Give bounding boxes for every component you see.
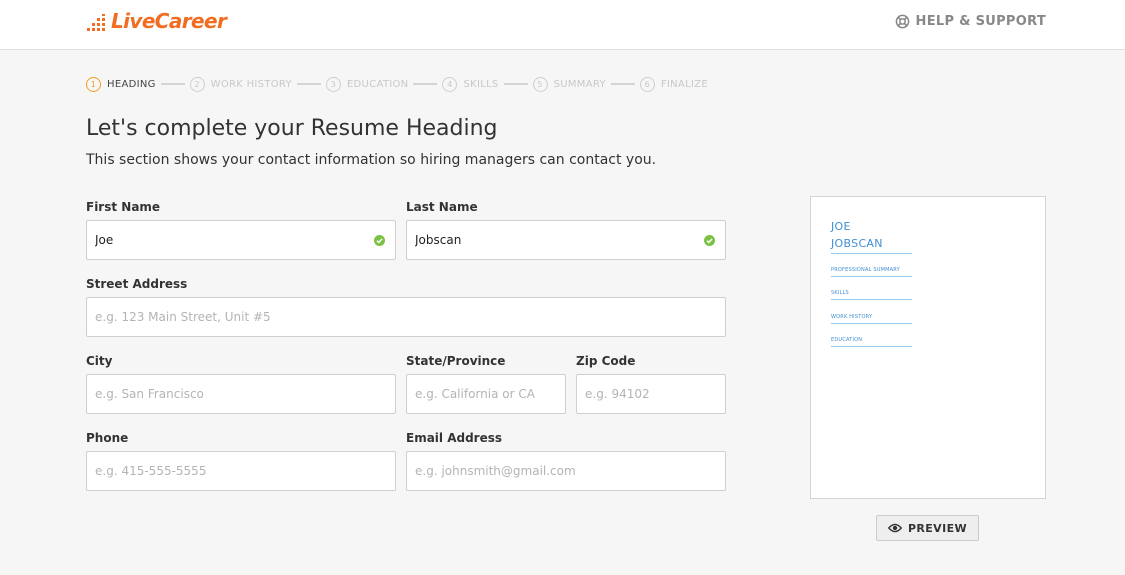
step-number: 5 xyxy=(532,76,548,92)
livecareer-logo[interactable]: LiveCareer xyxy=(86,8,227,34)
preview-name-divider xyxy=(831,253,912,254)
phone-input[interactable] xyxy=(87,452,395,490)
preview-last-name: JOBSCAN xyxy=(831,237,883,250)
preview-section-skills: SKILLS xyxy=(831,290,912,300)
preview-section-professional-summary: PROFESSIONAL SUMMARY xyxy=(831,267,912,277)
help-support-link[interactable]: HELP & SUPPORT xyxy=(895,14,1046,29)
resume-preview-card[interactable]: JOE JOBSCAN PROFESSIONAL SUMMARY SKILLS … xyxy=(810,196,1046,499)
progress-stepper: 1 HEADING 2 WORK HISTORY 3 EDUCATION 4 S… xyxy=(86,76,708,92)
street-address-field-wrap xyxy=(86,297,726,337)
step-label: FINALIZE xyxy=(660,78,708,90)
first-name-label: First Name xyxy=(86,200,161,214)
step-number: 1 xyxy=(86,76,101,92)
state-province-input[interactable] xyxy=(407,375,565,413)
last-name-label: Last Name xyxy=(406,200,478,214)
zip-code-input[interactable] xyxy=(577,375,725,413)
logo-bars-icon xyxy=(87,13,105,31)
help-support-label: HELP & SUPPORT xyxy=(915,14,1046,29)
step-number: 4 xyxy=(442,76,458,92)
email-address-label: Email Address xyxy=(406,431,503,445)
state-province-label: State/Province xyxy=(406,354,506,368)
last-name-field-wrap xyxy=(406,220,726,260)
eye-icon xyxy=(887,523,902,533)
street-address-label: Street Address xyxy=(86,277,188,291)
check-circle-icon xyxy=(704,235,715,246)
preview-button-label: PREVIEW xyxy=(907,521,968,535)
phone-label: Phone xyxy=(86,431,129,445)
preview-section-work-history: WORK HISTORY xyxy=(831,314,912,324)
first-name-field-wrap xyxy=(86,220,396,260)
step-skills[interactable]: 4 SKILLS xyxy=(442,76,499,92)
step-label: EDUCATION xyxy=(346,78,409,90)
step-number: 2 xyxy=(189,76,205,92)
page-subtitle: This section shows your contact informat… xyxy=(86,152,657,168)
step-label: SKILLS xyxy=(463,78,499,90)
step-connector xyxy=(610,83,635,85)
zip-code-field-wrap xyxy=(576,374,726,414)
preview-section-education: EDUCATION xyxy=(831,337,912,347)
step-finalize[interactable]: 6 FINALIZE xyxy=(639,76,708,92)
top-header: LiveCareer HELP & SUPPORT xyxy=(0,0,1125,50)
step-number: 6 xyxy=(639,76,655,92)
lifebuoy-icon xyxy=(895,14,909,29)
check-circle-icon xyxy=(374,235,385,246)
step-summary[interactable]: 5 SUMMARY xyxy=(532,76,606,92)
step-education[interactable]: 3 EDUCATION xyxy=(325,76,409,92)
preview-first-name: JOE xyxy=(831,220,851,233)
step-work-history[interactable]: 2 WORK HISTORY xyxy=(189,76,292,92)
step-connector xyxy=(413,83,438,85)
step-number: 3 xyxy=(325,76,341,92)
step-label: HEADING xyxy=(107,78,156,90)
step-label: SUMMARY xyxy=(553,78,606,90)
city-input[interactable] xyxy=(87,375,395,413)
email-address-field-wrap xyxy=(406,451,726,491)
step-connector xyxy=(296,83,321,85)
last-name-input[interactable] xyxy=(407,221,725,259)
street-address-input[interactable] xyxy=(87,298,725,336)
first-name-input[interactable] xyxy=(87,221,395,259)
city-label: City xyxy=(86,354,113,368)
step-connector xyxy=(503,83,528,85)
preview-button[interactable]: PREVIEW xyxy=(876,515,979,541)
page-title: Let's complete your Resume Heading xyxy=(86,116,498,141)
step-heading[interactable]: 1 HEADING xyxy=(86,76,156,92)
email-address-input[interactable] xyxy=(407,452,725,490)
step-connector xyxy=(160,83,185,85)
state-province-field-wrap xyxy=(406,374,566,414)
logo-text: LiveCareer xyxy=(111,9,227,33)
step-label: WORK HISTORY xyxy=(210,78,292,90)
zip-code-label: Zip Code xyxy=(576,354,636,368)
city-field-wrap xyxy=(86,374,396,414)
phone-field-wrap xyxy=(86,451,396,491)
